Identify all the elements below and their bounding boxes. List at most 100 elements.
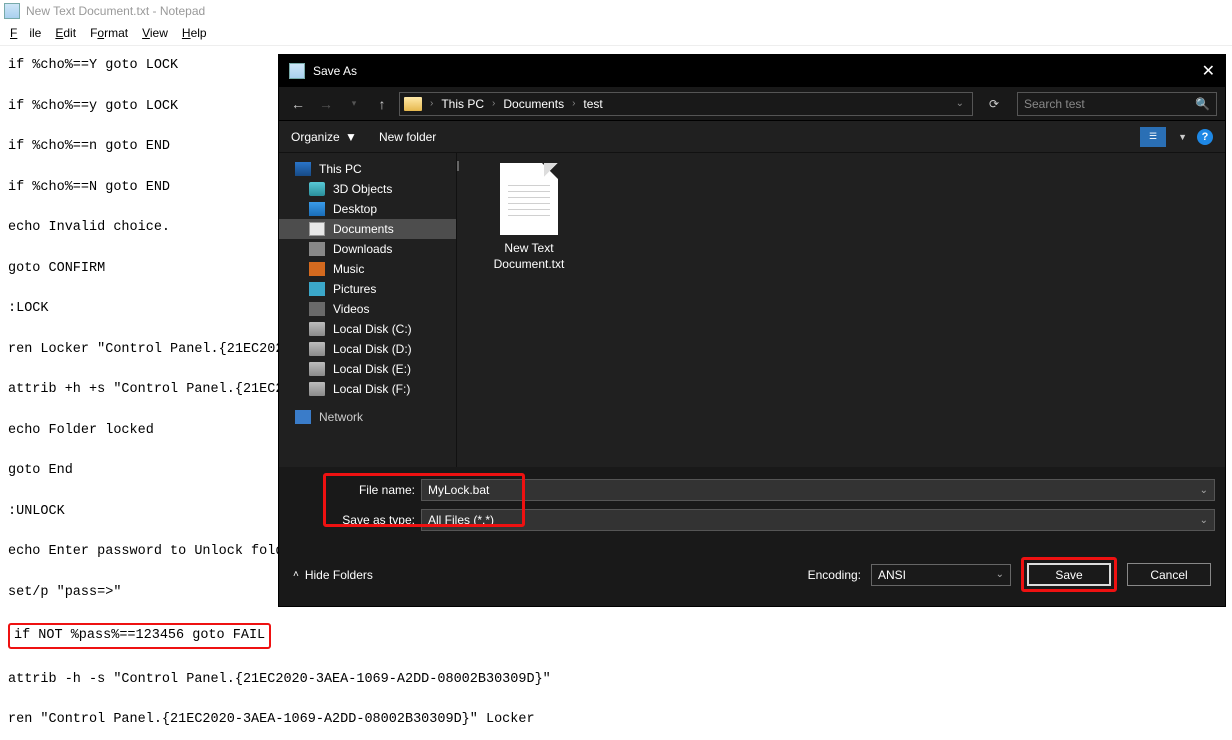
dialog-title-text: Save As bbox=[313, 64, 357, 78]
filename-input[interactable]: MyLock.bat ⌄ bbox=[421, 479, 1215, 501]
caret-down-icon[interactable]: ▼ bbox=[1178, 132, 1187, 142]
file-item[interactable]: New Text Document.txt bbox=[479, 163, 579, 272]
chevron-down-icon[interactable]: ⌄ bbox=[954, 98, 966, 109]
tree-item-label: Local Disk (C:) bbox=[333, 322, 412, 336]
save-button[interactable]: Save bbox=[1027, 563, 1111, 586]
document-icon bbox=[500, 163, 558, 235]
desktop-icon bbox=[309, 202, 325, 216]
tree-item-local-disk-d-[interactable]: Local Disk (D:) bbox=[279, 339, 456, 359]
chevron-down-icon[interactable]: ⌄ bbox=[1200, 485, 1208, 496]
splitter-handle[interactable] bbox=[457, 161, 459, 171]
disk-icon bbox=[309, 342, 325, 356]
dialog-nav: ← → ▾ ↑ › This PC › Documents › test ⌄ ⟳… bbox=[279, 87, 1225, 121]
filename-area: File name: MyLock.bat ⌄ Save as type: Al… bbox=[279, 467, 1225, 547]
pc-icon bbox=[295, 162, 311, 176]
notepad-titlebar: New Text Document.txt - Notepad bbox=[0, 0, 1232, 22]
save-as-dialog: Save As ✕ ← → ▾ ↑ › This PC › Documents … bbox=[278, 54, 1226, 607]
menu-help[interactable]: Help bbox=[176, 24, 213, 42]
nav-recent-icon[interactable]: ▾ bbox=[343, 98, 365, 109]
nav-back-icon[interactable]: ← bbox=[287, 96, 309, 112]
tree-item-desktop[interactable]: Desktop bbox=[279, 199, 456, 219]
crumb-test[interactable]: test bbox=[579, 97, 606, 111]
tree-item-label: Music bbox=[333, 262, 364, 276]
nav-forward-icon[interactable]: → bbox=[315, 96, 337, 112]
chevron-up-icon: ˄ bbox=[293, 569, 299, 580]
chevron-down-icon: ⌄ bbox=[996, 569, 1004, 580]
disk-icon bbox=[309, 322, 325, 336]
dialog-main: This PC 3D Objects Desktop Documents Downloa… bbox=[279, 153, 1225, 467]
chevron-right-icon[interactable]: › bbox=[490, 98, 497, 109]
tree-item-label: Downloads bbox=[333, 242, 392, 256]
tree-network[interactable]: Network bbox=[279, 407, 456, 427]
file-list[interactable]: New Text Document.txt bbox=[457, 153, 1225, 467]
notepad-icon bbox=[289, 63, 305, 79]
tree-item-label: Desktop bbox=[333, 202, 377, 216]
crumb-documents[interactable]: Documents bbox=[499, 97, 568, 111]
tree-item-label: 3D Objects bbox=[333, 182, 392, 196]
tree-item-label: Local Disk (F:) bbox=[333, 382, 410, 396]
tree-item-videos[interactable]: Videos bbox=[279, 299, 456, 319]
view-mode-button[interactable]: ☰ bbox=[1140, 127, 1166, 147]
tree-this-pc[interactable]: This PC bbox=[279, 159, 456, 179]
tree-item-label: Documents bbox=[333, 222, 394, 236]
dialog-footer: ˄ Hide Folders Encoding: ANSI ⌄ Save Can… bbox=[279, 547, 1225, 606]
breadcrumb-bar[interactable]: › This PC › Documents › test ⌄ bbox=[399, 92, 973, 116]
encoding-value: ANSI bbox=[878, 568, 906, 582]
tree-item-label: Videos bbox=[333, 302, 369, 316]
chevron-right-icon[interactable]: › bbox=[570, 98, 577, 109]
filename-label: File name: bbox=[339, 483, 421, 497]
hide-folders-button[interactable]: ˄ Hide Folders bbox=[293, 568, 373, 582]
menu-file[interactable]: File bbox=[4, 24, 47, 42]
caret-down-icon: ▼ bbox=[345, 130, 357, 144]
search-input[interactable]: Search test 🔍 bbox=[1017, 92, 1217, 116]
chevron-right-icon[interactable]: › bbox=[428, 98, 435, 109]
savetype-select[interactable]: All Files (*.*) ⌄ bbox=[421, 509, 1215, 531]
menu-view[interactable]: View bbox=[136, 24, 174, 42]
music-icon bbox=[309, 262, 325, 276]
notepad-icon bbox=[4, 3, 20, 19]
3d-icon bbox=[309, 182, 325, 196]
savetype-label: Save as type: bbox=[339, 513, 421, 527]
folder-icon bbox=[404, 97, 422, 111]
tree-item-documents[interactable]: Documents bbox=[279, 219, 456, 239]
docs-icon bbox=[309, 222, 325, 236]
search-icon: 🔍 bbox=[1195, 97, 1210, 111]
net-icon bbox=[295, 410, 311, 424]
organize-button[interactable]: Organize ▼ bbox=[291, 130, 357, 144]
tree-item-downloads[interactable]: Downloads bbox=[279, 239, 456, 259]
folder-tree[interactable]: This PC 3D Objects Desktop Documents Downloa… bbox=[279, 153, 457, 467]
tree-item-label: Local Disk (E:) bbox=[333, 362, 411, 376]
tree-item-local-disk-f-[interactable]: Local Disk (F:) bbox=[279, 379, 456, 399]
vids-icon bbox=[309, 302, 325, 316]
disk-icon bbox=[309, 362, 325, 376]
chevron-down-icon[interactable]: ⌄ bbox=[1200, 515, 1208, 526]
help-icon[interactable]: ? bbox=[1197, 129, 1213, 145]
save-highlight: Save bbox=[1021, 557, 1117, 592]
dl-icon bbox=[309, 242, 325, 256]
highlighted-line: if NOT %pass%==123456 goto FAIL bbox=[8, 623, 271, 649]
tree-item-pictures[interactable]: Pictures bbox=[279, 279, 456, 299]
savetype-value: All Files (*.*) bbox=[428, 513, 494, 527]
refresh-icon[interactable]: ⟳ bbox=[983, 97, 1005, 111]
tree-item-music[interactable]: Music bbox=[279, 259, 456, 279]
pics-icon bbox=[309, 282, 325, 296]
tree-item-local-disk-c-[interactable]: Local Disk (C:) bbox=[279, 319, 456, 339]
menu-format[interactable]: Format bbox=[84, 24, 134, 42]
notepad-menubar: File Edit Format View Help bbox=[0, 22, 1232, 46]
tree-item-label: Network bbox=[319, 410, 363, 424]
notepad-title-text: New Text Document.txt - Notepad bbox=[26, 4, 205, 18]
search-placeholder: Search test bbox=[1024, 97, 1085, 111]
tree-item-label: Pictures bbox=[333, 282, 376, 296]
encoding-select[interactable]: ANSI ⌄ bbox=[871, 564, 1011, 586]
close-icon[interactable]: ✕ bbox=[1202, 61, 1215, 81]
dialog-titlebar: Save As ✕ bbox=[279, 55, 1225, 87]
crumb-this-pc[interactable]: This PC bbox=[437, 97, 488, 111]
tree-item-3d-objects[interactable]: 3D Objects bbox=[279, 179, 456, 199]
nav-up-icon[interactable]: ↑ bbox=[371, 96, 393, 112]
cancel-button[interactable]: Cancel bbox=[1127, 563, 1211, 586]
filename-value: MyLock.bat bbox=[428, 483, 489, 497]
file-item-label: New Text Document.txt bbox=[479, 241, 579, 272]
menu-edit[interactable]: Edit bbox=[49, 24, 82, 42]
tree-item-local-disk-e-[interactable]: Local Disk (E:) bbox=[279, 359, 456, 379]
new-folder-button[interactable]: New folder bbox=[379, 130, 436, 144]
